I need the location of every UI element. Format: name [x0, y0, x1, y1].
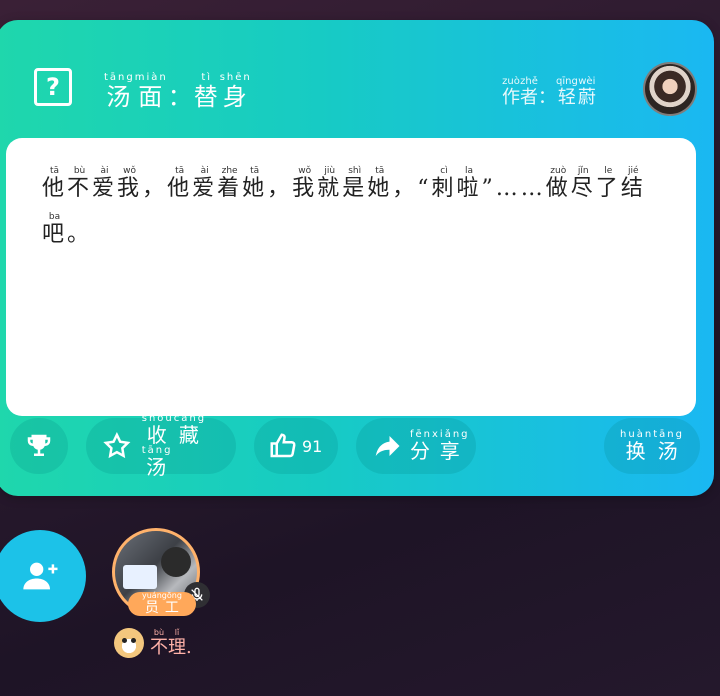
- ruby-char: 爱ài: [92, 166, 118, 201]
- ruby-char: 他tā: [167, 166, 193, 201]
- like-button[interactable]: 91: [254, 418, 338, 474]
- ruby-char: 爱ài: [192, 166, 218, 201]
- swap-label: 换huàn汤tāng: [620, 429, 684, 464]
- ruby-char: 着zhe: [217, 166, 243, 201]
- ruby-char: 面miàn: [134, 72, 168, 111]
- dog-emoji-icon: [114, 628, 144, 658]
- author-avatar[interactable]: [643, 62, 697, 116]
- ruby-char: 轻qīng: [556, 76, 578, 108]
- trophy-icon: [27, 434, 51, 456]
- ruby-char: 他tā: [42, 166, 68, 201]
- ruby-char: 吧ba: [42, 212, 68, 247]
- ruby-char: 就jiù: [317, 166, 343, 201]
- soup-text: 他tā不bù爱ài我wǒ，他tā爱ài着zhe她tā，我wǒ就jiù是shì她t…: [42, 166, 668, 258]
- ruby-char: ：: [167, 83, 194, 111]
- ruby-char: 了le: [595, 166, 621, 201]
- swap-soup-button[interactable]: 换huàn汤tāng: [604, 418, 700, 474]
- star-icon: [103, 431, 131, 459]
- ruby-char: 啦la: [456, 166, 482, 201]
- thumbs-up-icon: [270, 433, 296, 458]
- ruby-char: 刺cì: [431, 166, 457, 201]
- ruby-char: 藏cáng: [173, 412, 207, 447]
- ruby-char: 员yuán: [142, 591, 162, 616]
- ruby-char: 。: [67, 222, 93, 247]
- leaderboard-button[interactable]: [10, 418, 68, 474]
- ruby-char: 尽jǐn: [570, 166, 596, 201]
- share-label: 分fēn享xiǎng: [410, 429, 470, 464]
- share-arrow-icon: [375, 436, 400, 456]
- help-icon[interactable]: ?: [34, 68, 72, 106]
- ruby-char: 作zuò: [502, 76, 520, 108]
- ruby-char: 者zhě: [520, 76, 538, 108]
- ruby-char: 汤tāng: [141, 444, 173, 479]
- soup-title: 汤tāng面miàn：替tì身shēn: [104, 72, 252, 112]
- role-badge: 员yuán 工gōng: [128, 591, 196, 616]
- ruby-char: 工gōng: [161, 591, 182, 616]
- ruby-char: 不bù: [150, 628, 168, 658]
- ruby-char: 享xiǎng: [432, 428, 470, 463]
- ruby-char: ，: [267, 176, 293, 201]
- author-label: 作zuò者zhě：轻qīng蔚wèi: [502, 76, 596, 109]
- ruby-char: 她tā: [367, 166, 393, 201]
- ruby-char: 做zuò: [545, 166, 571, 201]
- ruby-char: 分fēn: [410, 428, 433, 463]
- ruby-char: 结jié: [620, 166, 646, 201]
- ruby-char: 替tì: [193, 72, 220, 111]
- like-count: 91: [302, 436, 323, 456]
- favorite-label: 收shōu藏cáng汤tāng: [142, 413, 236, 480]
- ruby-char: .: [186, 637, 192, 658]
- ruby-char: 我wǒ: [117, 166, 143, 201]
- ruby-char: 汤tāng: [104, 72, 135, 111]
- ruby-char: 是shì: [342, 166, 368, 201]
- participant-name: 不bù理lǐ.: [150, 628, 192, 659]
- avatar-person-shape: [161, 547, 191, 577]
- ruby-char: “: [417, 176, 432, 201]
- ruby-char: 蔚wèi: [577, 76, 596, 108]
- add-user-icon: [23, 562, 58, 590]
- ruby-char: 我wǒ: [292, 166, 318, 201]
- ruby-char: ，: [392, 176, 418, 201]
- ruby-char: 理lǐ: [168, 628, 186, 658]
- ruby-char: 不bù: [67, 166, 93, 201]
- ruby-char: 收shōu: [141, 412, 174, 447]
- ruby-char: ：: [538, 87, 556, 108]
- ruby-char: 换huàn: [620, 428, 654, 463]
- share-button[interactable]: 分fēn享xiǎng: [356, 418, 476, 474]
- ruby-char: ，: [142, 176, 168, 201]
- add-friend-button[interactable]: [0, 530, 86, 622]
- ruby-char: 汤tāng: [653, 428, 684, 463]
- soup-text-panel: 他tā不bù爱ài我wǒ，他tā爱ài着zhe她tā，我wǒ就jiù是shì她t…: [6, 138, 696, 416]
- avatar-screen-shape: [123, 565, 157, 589]
- ruby-char: 她tā: [242, 166, 268, 201]
- ruby-char: ”……: [481, 176, 546, 201]
- ruby-char: 身shēn: [219, 72, 252, 111]
- favorite-soup-button[interactable]: 收shōu藏cáng汤tāng: [86, 413, 236, 479]
